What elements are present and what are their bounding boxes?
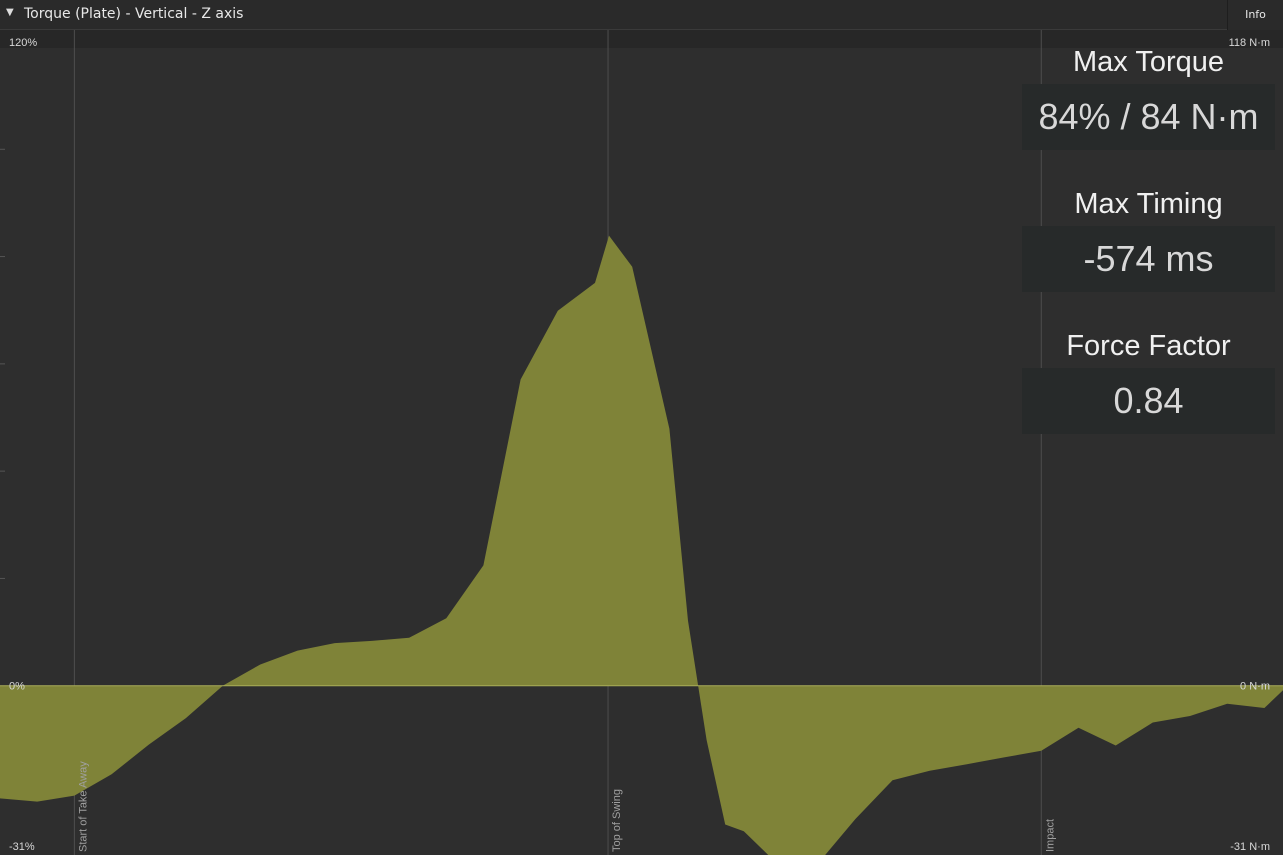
y-label-left-top: 120% bbox=[9, 37, 37, 49]
stat-panel-force-factor: Force Factor 0.84 bbox=[1022, 324, 1275, 442]
stat-value: -574 ms bbox=[1022, 226, 1275, 292]
event-label: Impact bbox=[1044, 819, 1056, 852]
stat-panel-max-torque: Max Torque 84% / 84 N·m bbox=[1022, 40, 1275, 158]
info-button[interactable]: Info bbox=[1227, 0, 1283, 30]
y-label-left-zero: 0% bbox=[9, 681, 25, 693]
y-label-left-bottom: -31% bbox=[9, 841, 35, 853]
stat-value: 0.84 bbox=[1022, 368, 1275, 434]
chart-title: Torque (Plate) - Vertical - Z axis bbox=[24, 6, 244, 22]
stat-panel-max-timing: Max Timing -574 ms bbox=[1022, 182, 1275, 300]
stat-label: Max Torque bbox=[1073, 46, 1224, 78]
chart-header: ▼ Torque (Plate) - Vertical - Z axis Inf… bbox=[0, 0, 1283, 30]
y-label-right-zero: 0 N·m bbox=[1240, 681, 1270, 693]
event-label: Start of Take Away bbox=[77, 761, 89, 852]
stat-label: Max Timing bbox=[1074, 188, 1223, 220]
y-label-right-bottom: -31 N·m bbox=[1230, 841, 1270, 853]
stat-value: 84% / 84 N·m bbox=[1022, 84, 1275, 150]
stat-label: Force Factor bbox=[1066, 330, 1231, 362]
event-label: Top of Swing bbox=[611, 789, 623, 852]
caret-down-icon[interactable]: ▼ bbox=[6, 7, 14, 18]
